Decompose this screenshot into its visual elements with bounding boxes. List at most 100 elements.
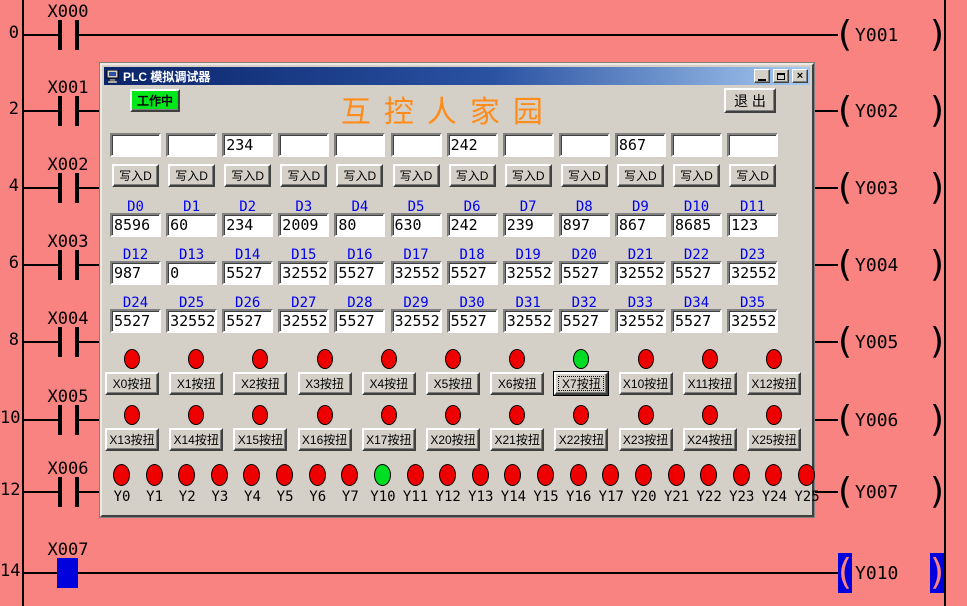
register-value-D3[interactable] (278, 213, 329, 237)
register-value-D0[interactable] (110, 213, 161, 237)
coil-open-paren: ( (838, 472, 852, 512)
x-input-light-0-3 (317, 349, 333, 369)
write-value-input-5[interactable] (391, 133, 442, 157)
write-value-input-1[interactable] (166, 133, 217, 157)
register-value-D10[interactable] (671, 213, 722, 237)
register-value-D13[interactable] (166, 261, 217, 285)
register-value-D24[interactable] (110, 309, 161, 333)
x-toggle-button-1-7[interactable]: X22按扭 (554, 428, 608, 451)
register-value-D23[interactable] (727, 261, 778, 285)
write-value-input-10[interactable] (671, 133, 722, 157)
write-button-7[interactable]: 写入D (505, 164, 552, 187)
close-icon: × (797, 70, 803, 82)
register-value-D31[interactable] (503, 309, 554, 333)
working-status-button[interactable]: 工作中 (130, 89, 180, 112)
exit-button[interactable]: 退 出 (724, 88, 776, 113)
write-value-input-3[interactable] (278, 133, 329, 157)
register-value-D17[interactable] (391, 261, 442, 285)
x-toggle-button-0-7[interactable]: X7按扭 (554, 372, 608, 395)
register-value-D25[interactable] (166, 309, 217, 333)
x-toggle-button-0-0[interactable]: X0按扭 (105, 372, 159, 395)
register-value-D33[interactable] (615, 309, 666, 333)
register-value-D19[interactable] (503, 261, 554, 285)
register-value-D30[interactable] (447, 309, 498, 333)
register-value-D11[interactable] (727, 213, 778, 237)
x-toggle-button-1-10[interactable]: X25按扭 (747, 428, 801, 451)
x-toggle-button-0-2[interactable]: X2按扭 (233, 372, 287, 395)
register-value-D21[interactable] (615, 261, 666, 285)
register-value-D18[interactable] (447, 261, 498, 285)
write-button-4[interactable]: 写入D (336, 164, 383, 187)
x-toggle-button-1-5[interactable]: X20按扭 (426, 428, 480, 451)
register-value-D8[interactable] (559, 213, 610, 237)
register-value-D34[interactable] (671, 309, 722, 333)
coil-open-paren: ( (838, 322, 852, 362)
register-value-D12[interactable] (110, 261, 161, 285)
x-toggle-button-0-5[interactable]: X5按扭 (426, 372, 480, 395)
x-toggle-button-0-1[interactable]: X1按扭 (169, 372, 223, 395)
register-value-D22[interactable] (671, 261, 722, 285)
register-value-D14[interactable] (222, 261, 273, 285)
x-toggle-button-1-8[interactable]: X23按扭 (619, 428, 673, 451)
write-value-input-11[interactable] (727, 133, 778, 157)
coil-open-paren: ( (838, 553, 852, 593)
register-value-D5[interactable] (391, 213, 442, 237)
register-value-D7[interactable] (503, 213, 554, 237)
x-input-light-0-5 (445, 349, 461, 369)
y-output-light-18 (700, 464, 717, 486)
x-toggle-button-0-6[interactable]: X6按扭 (490, 372, 544, 395)
write-value-input-7[interactable] (503, 133, 554, 157)
register-value-D32[interactable] (559, 309, 610, 333)
x-toggle-button-1-3[interactable]: X16按扭 (298, 428, 352, 451)
register-value-D27[interactable] (278, 309, 329, 333)
register-value-D2[interactable] (222, 213, 273, 237)
x-toggle-button-0-3[interactable]: X3按扭 (298, 372, 352, 395)
register-value-D29[interactable] (391, 309, 442, 333)
register-value-D1[interactable] (166, 213, 217, 237)
y-output-light-1 (146, 464, 163, 486)
write-value-input-9[interactable] (615, 133, 666, 157)
x-toggle-button-1-0[interactable]: X13按扭 (105, 428, 159, 451)
minimize-button[interactable] (754, 69, 770, 83)
x-toggle-button-0-8[interactable]: X10按扭 (619, 372, 673, 395)
write-value-input-8[interactable] (559, 133, 610, 157)
write-button-0[interactable]: 写入D (112, 164, 159, 187)
register-value-D15[interactable] (278, 261, 329, 285)
x-toggle-button-0-9[interactable]: X11按扭 (683, 372, 737, 395)
write-value-input-6[interactable] (447, 133, 498, 157)
write-button-11[interactable]: 写入D (729, 164, 776, 187)
write-value-input-2[interactable] (222, 133, 273, 157)
write-button-6[interactable]: 写入D (449, 164, 496, 187)
write-button-9[interactable]: 写入D (617, 164, 664, 187)
write-value-input-0[interactable] (110, 133, 161, 157)
write-value-input-4[interactable] (334, 133, 385, 157)
write-button-10[interactable]: 写入D (673, 164, 720, 187)
x-toggle-button-0-10[interactable]: X12按扭 (747, 372, 801, 395)
register-value-D20[interactable] (559, 261, 610, 285)
register-value-D6[interactable] (447, 213, 498, 237)
window-titlebar[interactable]: PLC 模拟调试器 × (104, 67, 810, 85)
y-output-label-1: Y1 (139, 489, 171, 505)
x-toggle-button-1-6[interactable]: X21按扭 (490, 428, 544, 451)
register-value-D28[interactable] (334, 309, 385, 333)
x-toggle-button-1-9[interactable]: X24按扭 (683, 428, 737, 451)
x-toggle-button-1-2[interactable]: X15按扭 (233, 428, 287, 451)
x-toggle-button-1-1[interactable]: X14按扭 (169, 428, 223, 451)
register-value-D4[interactable] (334, 213, 385, 237)
x-toggle-button-1-4[interactable]: X17按扭 (362, 428, 416, 451)
x-toggle-button-0-4[interactable]: X4按扭 (362, 372, 416, 395)
contact-label: X000 (40, 2, 96, 22)
contact-label: X001 (40, 78, 96, 98)
register-value-D9[interactable] (615, 213, 666, 237)
write-button-3[interactable]: 写入D (280, 164, 327, 187)
register-value-D16[interactable] (334, 261, 385, 285)
register-value-D35[interactable] (727, 309, 778, 333)
maximize-button[interactable] (773, 69, 789, 83)
register-value-D26[interactable] (222, 309, 273, 333)
write-button-5[interactable]: 写入D (393, 164, 440, 187)
write-button-8[interactable]: 写入D (561, 164, 608, 187)
contact-bar (75, 250, 79, 280)
close-button[interactable]: × (792, 69, 808, 83)
write-button-2[interactable]: 写入D (224, 164, 271, 187)
write-button-1[interactable]: 写入D (168, 164, 215, 187)
